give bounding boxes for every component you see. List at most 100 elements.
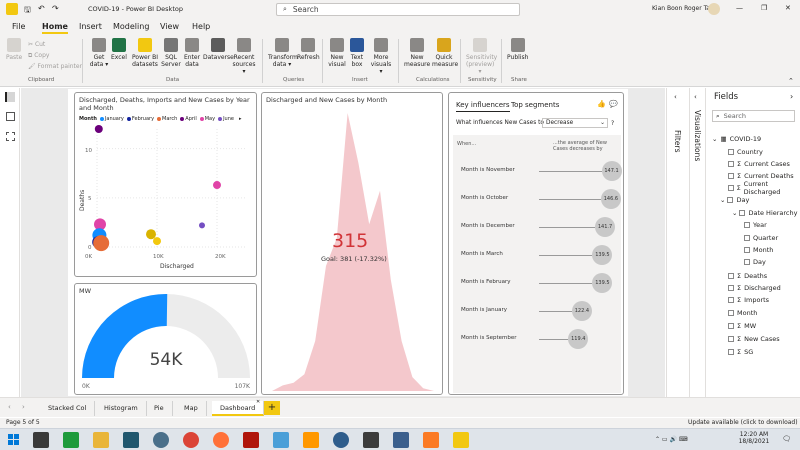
comment-icon[interactable]: 💬 (609, 100, 618, 108)
powerbi-taskbar-icon[interactable] (453, 432, 469, 448)
copy-button[interactable]: ⧉ Copy (28, 50, 82, 61)
scatter-point[interactable] (94, 125, 103, 133)
field-checkbox[interactable] (728, 285, 734, 291)
field-checkbox[interactable] (744, 222, 750, 228)
new-measure-button[interactable]: New measure (404, 38, 430, 68)
avatar[interactable] (708, 3, 720, 15)
refresh-button[interactable]: Refresh (297, 38, 320, 61)
scatter-point[interactable] (153, 237, 161, 246)
field-checkbox[interactable] (728, 349, 734, 355)
influencer-row[interactable]: Month is March 139.5 (461, 245, 631, 265)
filters-pane[interactable]: ‹ Filters (666, 88, 688, 405)
field-item[interactable]: Month (744, 244, 773, 256)
field-item[interactable]: Country (728, 146, 763, 158)
field-checkbox[interactable] (739, 210, 746, 216)
menu-view[interactable]: View (160, 22, 179, 31)
clock[interactable]: 12:20 AM 18/8/2021 (734, 431, 774, 445)
file-explorer-icon[interactable] (93, 432, 109, 448)
scatter-point[interactable] (146, 229, 156, 240)
sql-server-button[interactable]: SQL Server (160, 38, 182, 68)
field-checkbox[interactable] (744, 235, 750, 241)
report-view-icon[interactable] (5, 92, 15, 102)
redo-icon[interactable]: ↷ (52, 4, 59, 13)
save-icon[interactable]: 🖫 (24, 4, 31, 18)
legend-item[interactable]: January (99, 116, 124, 122)
field-checkbox[interactable] (744, 247, 750, 253)
tab-stacked-col[interactable]: Stacked Col (40, 401, 96, 416)
tray-icons[interactable]: ⌃ ▭ 🔊 ⌨ (655, 436, 688, 443)
menu-help[interactable]: Help (192, 22, 210, 31)
field-item[interactable]: Day (744, 256, 766, 268)
tab-pie[interactable]: Pie (146, 401, 173, 416)
legend-item[interactable]: May (199, 116, 215, 122)
quick-measure-button[interactable]: Quick measure (432, 38, 458, 68)
help-icon[interactable]: ? (611, 120, 614, 127)
notification-icon[interactable]: 🗨 (782, 435, 791, 443)
format-painter-button[interactable]: 🖌 Format painter (28, 61, 82, 72)
field-item[interactable]: Σ Imports (728, 294, 769, 306)
legend-item[interactable]: April (180, 116, 197, 122)
scatter-point[interactable] (213, 181, 221, 190)
menu-modeling[interactable]: Modeling (113, 22, 149, 31)
field-item[interactable]: Σ Discharged (728, 282, 781, 294)
visualizations-pane[interactable]: ‹ Visualizations (689, 88, 705, 405)
text-box-button[interactable]: Text box (349, 38, 365, 68)
field-item[interactable]: Σ MW (728, 320, 756, 332)
field-checkbox[interactable] (728, 185, 734, 191)
field-checkbox[interactable] (728, 297, 734, 303)
dataverse-button[interactable]: Dataverse (203, 38, 234, 61)
prev-page-icon[interactable]: ‹ (8, 403, 11, 411)
network-icon[interactable] (153, 432, 169, 448)
scatter-point[interactable] (199, 222, 205, 229)
legend-item[interactable]: June (218, 116, 234, 122)
field-item[interactable]: Σ Current Cases (728, 158, 790, 170)
sublime-icon[interactable] (303, 432, 319, 448)
get-data-button[interactable]: Get data ▾ (88, 38, 110, 68)
field-item[interactable]: Month (728, 307, 757, 319)
field-item[interactable]: ⌄ Date Hierarchy (732, 207, 797, 219)
publish-button[interactable]: Publish (507, 38, 528, 61)
update-link[interactable]: Update available (click to download) (688, 419, 798, 426)
decrease-dropdown[interactable]: Decrease ⌄ (542, 118, 608, 128)
field-item[interactable]: Quarter (744, 232, 778, 244)
fields-search-input[interactable]: ⌕ Search (712, 110, 795, 122)
collapse-fields-icon[interactable]: › (790, 92, 793, 101)
gauge-visual[interactable]: MW 54K 0K 107K (74, 283, 257, 395)
new-visual-button[interactable]: New visual (328, 38, 346, 68)
field-item[interactable]: Σ Deaths (728, 270, 767, 282)
expand-visualizations-icon[interactable]: ‹ (694, 93, 697, 101)
filezilla-icon[interactable] (243, 432, 259, 448)
collapse-ribbon-icon[interactable]: ⌃ (788, 77, 794, 85)
field-item[interactable]: Σ Current Discharged (728, 180, 800, 196)
paste-button[interactable]: Paste (6, 38, 22, 61)
influencer-row[interactable]: Month is December 141.7 (461, 217, 631, 237)
chrome-icon[interactable] (183, 432, 199, 448)
field-checkbox[interactable] (728, 149, 734, 155)
next-page-icon[interactable]: › (22, 403, 25, 411)
undo-icon[interactable]: ↶ (38, 4, 45, 13)
field-checkbox[interactable] (728, 161, 734, 167)
enter-data-button[interactable]: Enter data (182, 38, 202, 68)
field-checkbox[interactable] (728, 273, 734, 279)
field-checkbox[interactable] (728, 323, 734, 329)
tab-key-influencers[interactable]: Key influencers (456, 101, 510, 112)
scatter-point[interactable] (93, 235, 110, 252)
legend-item[interactable]: February (126, 116, 154, 122)
influencer-row[interactable]: Month is February 139.5 (461, 273, 631, 293)
field-item[interactable]: ⌄ Day (720, 194, 749, 206)
app-icon[interactable] (393, 432, 409, 448)
tab-histogram[interactable]: Histogram (96, 401, 147, 416)
store-icon[interactable] (63, 432, 79, 448)
add-page-button[interactable]: + (264, 401, 280, 415)
fields-table[interactable]: ⌄ ▦ COVID-19 (712, 133, 761, 145)
legend-item[interactable]: March (157, 116, 177, 122)
influencer-row[interactable]: Month is November 147.1 (461, 161, 631, 181)
field-checkbox[interactable] (728, 173, 734, 179)
field-checkbox[interactable] (727, 197, 734, 203)
thumbs-up-icon[interactable]: 👍 (597, 100, 606, 108)
search-box[interactable]: ⌕ Search (276, 3, 520, 16)
sensitivity-button[interactable]: Sensitivity (preview) ▾ (466, 38, 497, 75)
app-icon[interactable] (333, 432, 349, 448)
data-view-icon[interactable] (6, 112, 15, 121)
excel-button[interactable]: Excel (111, 38, 127, 61)
